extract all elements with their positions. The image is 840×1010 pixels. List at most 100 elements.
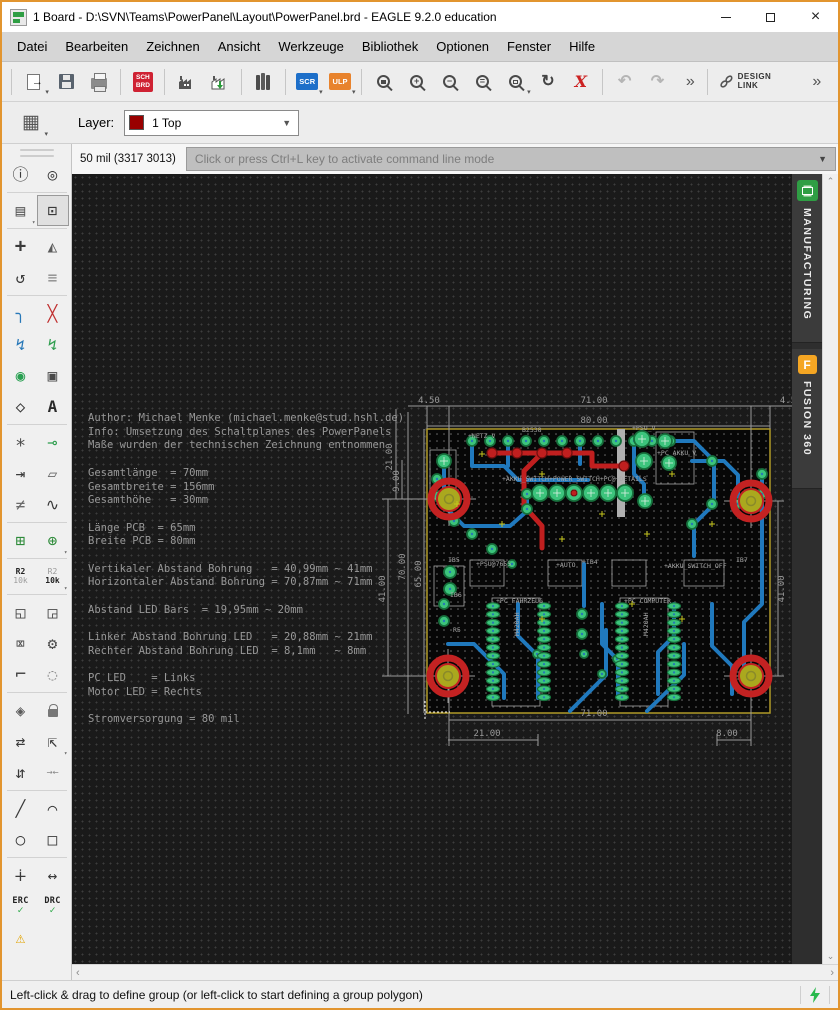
show-signal-button[interactable]: X <box>565 67 596 97</box>
move-tool[interactable]: + <box>5 231 37 262</box>
lock-tool[interactable] <box>37 695 69 726</box>
wire-tool[interactable]: ⊸ <box>37 427 69 458</box>
menu-datei[interactable]: Datei <box>8 35 56 58</box>
design-link-overflow-button[interactable]: » <box>801 67 832 97</box>
zoom-out-button[interactable]: − <box>434 67 465 97</box>
run-ulp-button[interactable]: ULP ▾ <box>325 67 355 97</box>
cam-export-button[interactable] <box>204 67 235 97</box>
redo-button[interactable]: ↷ <box>642 67 673 97</box>
circle-tool[interactable]: ○ <box>5 824 37 855</box>
show-tool[interactable]: ◎ <box>37 159 69 190</box>
errors-tool[interactable]: ⚠ <box>5 922 37 953</box>
scroll-right-icon[interactable]: › <box>830 967 834 979</box>
redraw-button[interactable]: ↻ <box>533 67 564 97</box>
attribute-tool[interactable]: ◈ <box>5 695 37 726</box>
save-button[interactable] <box>51 67 82 97</box>
refresh-icon: ↻ <box>541 72 555 90</box>
mark-tool[interactable]: ∔ <box>5 860 37 891</box>
scroll-left-icon[interactable]: ‹ <box>76 967 80 979</box>
menu-bibliothek[interactable]: Bibliothek <box>353 35 427 58</box>
svg-text:+PC_AKKU_V: +PC_AKKU_V <box>657 449 696 457</box>
gateswap-tool[interactable]: ⇵ <box>5 757 37 788</box>
undo-button[interactable]: ↶ <box>609 67 640 97</box>
menu-ansicht[interactable]: Ansicht <box>209 35 270 58</box>
scroll-down-icon[interactable]: ⌄ <box>827 951 835 962</box>
minimize-button[interactable] <box>703 2 748 32</box>
zoom-out-icon: − <box>443 75 457 88</box>
print-button[interactable] <box>84 67 115 97</box>
vertical-scrollbar[interactable]: ⌃ ⌄ <box>822 174 838 964</box>
drc-tool[interactable]: DRC ✓ <box>37 891 69 922</box>
tab-fusion-360[interactable]: F FUSION 360 <box>792 349 822 489</box>
unroute-tool[interactable]: ↯ <box>37 329 69 360</box>
design-link-button[interactable]: DESIGN LINK <box>713 72 801 91</box>
layer-select[interactable]: 1 Top ▼ <box>124 109 300 136</box>
dimension-tool[interactable]: ↔ <box>37 860 69 891</box>
name-tool[interactable]: R2 10k <box>5 561 37 592</box>
via-tool[interactable]: ◉ <box>5 360 37 391</box>
line-tool[interactable]: ╱ <box>5 793 37 824</box>
pinswap-tool[interactable]: ⇄ <box>5 726 37 757</box>
mirror-tool[interactable]: ◭ <box>37 231 69 262</box>
menu-bearbeiten[interactable]: Bearbeiten <box>56 35 137 58</box>
copy-tool[interactable]: ◱ <box>5 597 37 628</box>
board-canvas[interactable]: +NETZ_V B2538 +PSU_V +PC_AKKU_V +AKKU_SWITCH… <box>72 174 822 964</box>
open-file-icon: → <box>26 73 43 90</box>
label-tool[interactable]: ⇥ <box>5 458 37 489</box>
tab-manufacturing[interactable]: MANUFACTURING <box>792 174 822 343</box>
status-message: Left-click & drag to define group (or le… <box>10 987 423 1002</box>
menu-hilfe[interactable]: Hilfe <box>560 35 604 58</box>
toolbar-overflow-button[interactable]: » <box>675 67 706 97</box>
paint-tool[interactable]: ⌐ <box>5 659 37 690</box>
route-tool[interactable]: ╮ <box>5 298 37 329</box>
menu-optionen[interactable]: Optionen <box>427 35 498 58</box>
close-button[interactable]: × <box>793 2 838 32</box>
text-tool[interactable]: A <box>37 391 69 422</box>
menu-zeichnen[interactable]: Zeichnen <box>137 35 208 58</box>
grid-button[interactable]: ▦ ▾ <box>14 107 48 139</box>
smash-tool[interactable]: ⇱ ▾ <box>37 726 69 757</box>
switch-sch-brd-button[interactable]: SCH BRD <box>127 67 158 97</box>
ripup-tool[interactable]: ╳ <box>37 298 69 329</box>
meander-tool[interactable]: ∿ <box>37 489 69 520</box>
change-tool[interactable]: ⚙ <box>37 628 69 659</box>
add-part-tool[interactable]: ⊞ <box>5 525 37 556</box>
maximize-button[interactable] <box>748 2 793 32</box>
rect-tool[interactable]: □ <box>37 824 69 855</box>
display-layers-tool[interactable]: ▤ ▾ <box>5 195 37 226</box>
paste-tool[interactable]: ◲ <box>37 597 69 628</box>
run-script-button[interactable]: SCR ▾ <box>292 67 323 97</box>
add-device-tool[interactable]: ⊕ ▾ <box>37 525 69 556</box>
split-route-tool[interactable]: ↯ <box>5 329 37 360</box>
optimize-tool[interactable]: →← <box>37 757 69 788</box>
group-select-tool[interactable]: ⊡ <box>36 195 69 226</box>
replace-tool[interactable]: ◌ <box>37 659 69 690</box>
zoom-window-button[interactable]: ▾ <box>500 67 531 97</box>
info-tool[interactable]: ⓘ <box>5 159 37 190</box>
split-line-tool[interactable]: ≠ <box>5 489 37 520</box>
menu-werkzeuge[interactable]: Werkzeuge <box>269 35 353 58</box>
zoom-fit-button[interactable] <box>368 67 399 97</box>
pad-tool[interactable]: ▣ <box>37 360 69 391</box>
cam-processor-button[interactable] <box>171 67 202 97</box>
ratsnest-tool[interactable]: ∗ <box>5 427 37 458</box>
menu-fenster[interactable]: Fenster <box>498 35 560 58</box>
svg-text:+AUTO: +AUTO <box>556 561 576 569</box>
zoom-in-button[interactable]: + <box>401 67 432 97</box>
erc-tool[interactable]: ERC ✓ <box>5 891 37 922</box>
delete-tool[interactable]: ⌧ <box>5 628 37 659</box>
zoom-select-button[interactable]: = <box>467 67 498 97</box>
open-board-button[interactable]: → ▾ <box>18 67 49 97</box>
align-tool[interactable]: ≡ <box>37 262 69 293</box>
value-tool[interactable]: R2 10k ▾ <box>37 561 69 592</box>
library-button[interactable] <box>248 67 279 97</box>
scroll-up-icon[interactable]: ⌃ <box>827 176 835 187</box>
horizontal-scrollbar[interactable]: ‹ › <box>72 964 838 980</box>
polygon-tool[interactable]: ◇ <box>5 391 37 422</box>
arc-tool[interactable]: ⌒ <box>37 793 69 824</box>
tab-label: MANUFACTURING <box>801 208 813 321</box>
miter-tool[interactable]: ▱ <box>37 458 69 489</box>
command-line-input[interactable]: Click or press Ctrl+L key to activate co… <box>185 147 836 171</box>
rotate-tool[interactable]: ↺ <box>5 262 37 293</box>
layer-color-swatch <box>129 115 145 130</box>
